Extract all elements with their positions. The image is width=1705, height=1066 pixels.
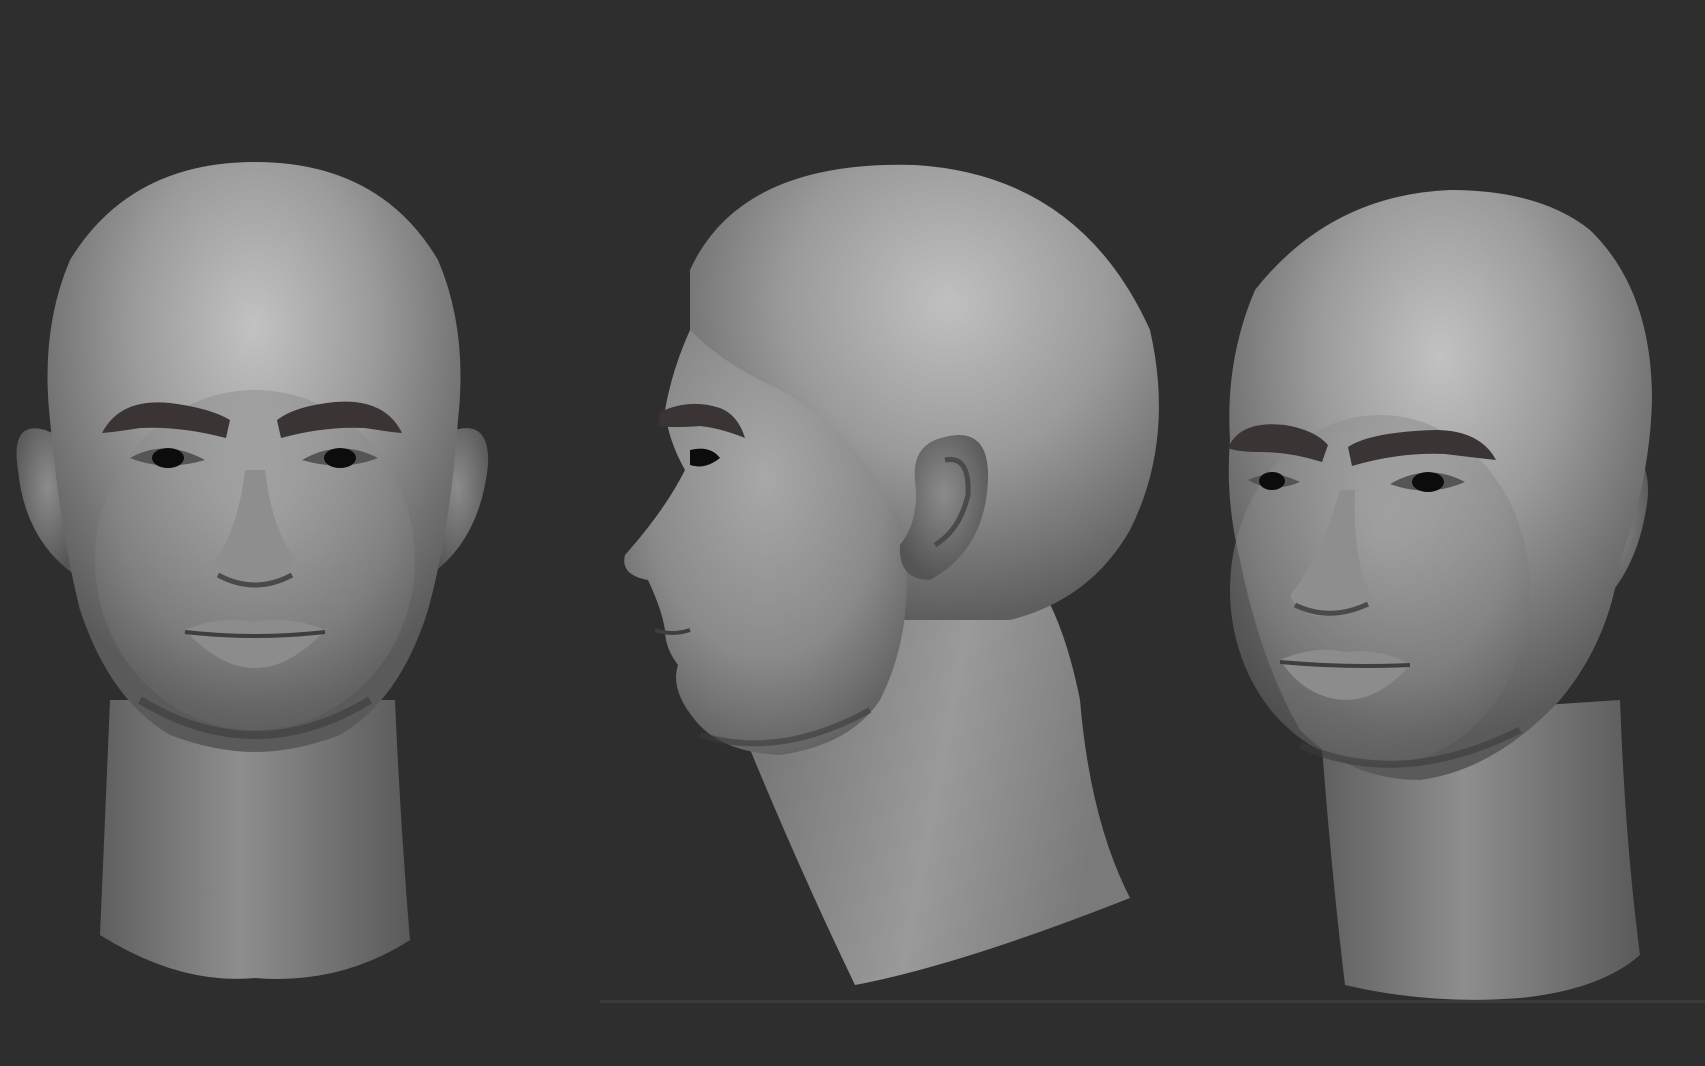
sculpt-viewport[interactable]: [0, 0, 1705, 1066]
front-left-pupil: [152, 448, 184, 468]
front-view-head[interactable]: [16, 162, 489, 979]
three-quarter-view-head[interactable]: [1228, 190, 1652, 1000]
ground-line: [600, 1000, 1705, 1003]
render-canvas: [16, 162, 1705, 1003]
front-right-pupil: [324, 448, 356, 468]
side-view-head[interactable]: [624, 164, 1159, 985]
tq-face-shade: [1230, 415, 1530, 765]
tq-left-pupil: [1259, 472, 1285, 490]
tq-right-pupil: [1412, 472, 1444, 492]
